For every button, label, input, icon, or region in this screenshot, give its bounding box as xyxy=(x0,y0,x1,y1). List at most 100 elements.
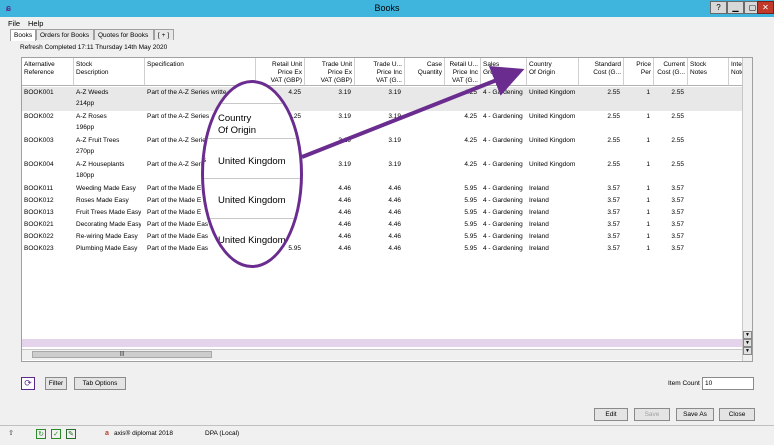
tab-quotes-for-books[interactable]: Quotes for Books xyxy=(94,29,154,40)
cell-cur-cost: 2.55 xyxy=(671,161,684,168)
check-icon[interactable]: ✓ xyxy=(51,429,61,439)
cell-cur-cost: 3.57 xyxy=(671,209,684,216)
table-row[interactable]: BOOK022 Re-wiring Made Easy Part of the Ma… xyxy=(22,231,744,243)
scroll-down-icon[interactable]: ▼ xyxy=(743,331,752,339)
column-header-country[interactable]: Country Of Origin xyxy=(527,58,579,86)
table-row[interactable]: BOOK013 Fruit Trees Made Easy Part of the … xyxy=(22,207,744,219)
cell-sales-group: 4 - Gardening Books xyxy=(483,89,523,96)
callout-value-2: United Kingdom xyxy=(218,195,286,206)
cell-ref: BOOK023 xyxy=(24,245,54,252)
menu-file[interactable]: File xyxy=(8,19,20,28)
tab-add[interactable]: [ + ] xyxy=(154,29,174,40)
scroll-end-icon[interactable]: ▼ xyxy=(743,347,752,355)
help-window-button[interactable]: ? xyxy=(710,1,727,14)
cell-retail-inc: 5.95 xyxy=(464,233,477,240)
table-row[interactable]: BOOK002 A-Z Roses Part of the A-Z Series 4.… xyxy=(22,111,744,135)
cell-retail-inc: 4.25 xyxy=(464,113,477,120)
refresh-icon[interactable]: ⟳ xyxy=(21,377,35,390)
cell-ref: BOOK011 xyxy=(24,185,54,192)
cell-retail-inc: 5.95 xyxy=(464,245,477,252)
cell-trade-ex: 4.46 xyxy=(338,245,351,252)
cell-trade-inc: 3.19 xyxy=(388,137,401,144)
cell-std-cost: 3.57 xyxy=(607,197,620,204)
menu-help[interactable]: Help xyxy=(28,19,43,28)
cell-trade-ex: 4.46 xyxy=(338,221,351,228)
table-row[interactable]: BOOK004 A-Z Houseplants Part of the A-Z Se… xyxy=(22,159,744,183)
cell-country: Ireland xyxy=(529,221,549,228)
cell-trade-inc: 4.46 xyxy=(388,209,401,216)
tab-options-button[interactable]: Tab Options xyxy=(74,377,126,390)
cell-price-per: 1 xyxy=(646,137,650,144)
callout-value-1: United Kingdom xyxy=(218,156,286,167)
vertical-scrollbar[interactable]: ▼ ▼ ▼ xyxy=(742,58,752,361)
column-header-std-cost[interactable]: Standard Cost (G... xyxy=(579,58,624,86)
horizontal-scroll-thumb[interactable]: ||| xyxy=(32,351,212,358)
cell-cur-cost: 3.57 xyxy=(671,185,684,192)
cell-std-cost: 3.57 xyxy=(607,185,620,192)
cell-ref: BOOK003 xyxy=(24,137,54,144)
cell-cur-cost: 3.57 xyxy=(671,197,684,204)
refresh-status-icon[interactable]: ↻ xyxy=(36,429,46,439)
country-of-origin-callout: Country Of Origin s United Kingdom Unite… xyxy=(201,80,303,268)
column-header-trade-ex[interactable]: Trade Unit Price Ex VAT (GBP) xyxy=(305,58,355,86)
tab-books[interactable]: Books xyxy=(10,29,36,41)
cell-trade-inc: 4.46 xyxy=(388,245,401,252)
table-row[interactable]: BOOK021 Decorating Made Easy Part of the M… xyxy=(22,219,744,231)
cell-desc: Plumbing Made Easy xyxy=(76,245,138,252)
cell-ref: BOOK012 xyxy=(24,197,54,204)
column-header-ref[interactable]: Alternative Reference xyxy=(22,58,74,86)
close-button[interactable]: Close xyxy=(719,408,755,421)
cell-country: Ireland xyxy=(529,209,549,216)
cell-trade-ex: 4.46 xyxy=(338,233,351,240)
cell-std-cost: 2.55 xyxy=(607,137,620,144)
scroll-page-down-icon[interactable]: ▼ xyxy=(743,339,752,347)
table-row[interactable]: BOOK001 A-Z Weeds Part of the A-Z Series w… xyxy=(22,87,744,111)
cell-sales-group: 4 - Gardening Books xyxy=(483,113,523,120)
cell-desc: A-Z Fruit Trees xyxy=(76,137,120,144)
column-header-retail-inc[interactable]: Retail U... Price Inc VAT (G... xyxy=(445,58,481,86)
horizontal-scrollbar[interactable]: ||| xyxy=(22,349,744,360)
column-header-case-qty[interactable]: Case Quantity xyxy=(405,58,445,86)
cell-sales-group: 4 - Gardening Books xyxy=(483,209,523,216)
cell-sales-group: 4 - Gardening Books xyxy=(483,197,523,204)
column-header-notes[interactable]: Stock Notes xyxy=(688,58,729,86)
filter-button[interactable]: Filter xyxy=(45,377,67,390)
cell-sales-group: 4 - Gardening Books xyxy=(483,161,523,168)
cell-trade-inc: 3.19 xyxy=(388,89,401,96)
column-header-trade-inc[interactable]: Trade U... Price Inc VAT (G... xyxy=(355,58,405,86)
column-header-desc[interactable]: Stock Description xyxy=(74,58,145,86)
cell-country: United Kingdom xyxy=(529,89,575,96)
edit-note-icon[interactable]: ✎ xyxy=(66,429,76,439)
tab-orders-for-books[interactable]: Orders for Books xyxy=(36,29,94,40)
cell-country: United Kingdom xyxy=(529,161,575,168)
table-row[interactable]: BOOK011 Weeding Made Easy Part of the Made… xyxy=(22,183,744,195)
minimize-button[interactable]: ▁ xyxy=(727,1,744,14)
cell-retail-inc: 5.95 xyxy=(464,197,477,204)
stock-grid[interactable]: Alternative Reference Stock Description Sp… xyxy=(21,57,753,362)
cell-ref: BOOK002 xyxy=(24,113,54,120)
cell-desc: Fruit Trees Made Easy xyxy=(76,209,141,216)
table-row[interactable]: BOOK012 Roses Made Easy Part of the Made E… xyxy=(22,195,744,207)
cell-desc: A-Z Roses xyxy=(76,113,107,120)
cell-retail-inc: 5.95 xyxy=(464,221,477,228)
cell-trade-ex: 3.19 xyxy=(338,161,351,168)
cell-trade-inc: 3.19 xyxy=(388,161,401,168)
table-row[interactable]: BOOK023 Plumbing Made Easy Part of the Mad… xyxy=(22,243,744,255)
cell-trade-inc: 4.46 xyxy=(388,185,401,192)
cell-desc: Re-wiring Made Easy xyxy=(76,233,138,240)
column-header-sales-group[interactable]: Sales Group xyxy=(481,58,527,86)
column-header-price-per[interactable]: Price Per xyxy=(624,58,654,86)
save-as-button[interactable]: Save As xyxy=(676,408,714,421)
column-header-cur-cost[interactable]: Current Cost (G... xyxy=(654,58,688,86)
cell-price-per: 1 xyxy=(646,245,650,252)
filter-row-bar[interactable] xyxy=(22,339,744,347)
callout-header: Country Of Origin xyxy=(218,113,257,136)
close-window-button[interactable]: ✕ xyxy=(757,1,774,14)
table-row[interactable]: BOOK003 A-Z Fruit Trees Part of the A-Z Se… xyxy=(22,135,744,159)
up-arrow-icon[interactable]: ⇧ xyxy=(6,429,16,439)
cell-sales-group: 4 - Gardening Books xyxy=(483,221,523,228)
cell-trade-ex: 3.19 xyxy=(338,89,351,96)
cell-std-cost: 2.55 xyxy=(607,89,620,96)
cell-trade-inc: 4.46 xyxy=(388,197,401,204)
edit-button[interactable]: Edit xyxy=(594,408,628,421)
